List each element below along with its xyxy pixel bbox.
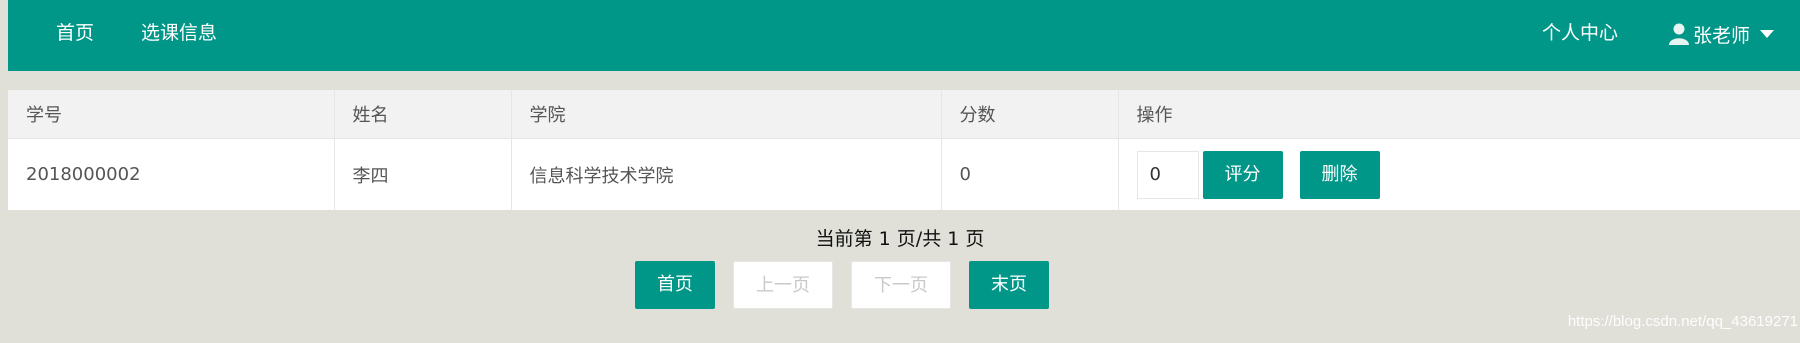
- top-navbar: 首页 选课信息 个人中心 张老师: [8, 0, 1800, 71]
- cell-college: 信息科学技术学院: [511, 138, 942, 211]
- header-name: 姓名: [334, 90, 512, 138]
- cell-name: 李四: [334, 138, 512, 211]
- score-table: 学号 姓名 学院 分数 操作 2018000002 李四 信息科学技术学院 0 …: [8, 90, 1800, 211]
- cell-score: 0: [941, 138, 1119, 211]
- score-input[interactable]: [1136, 150, 1199, 199]
- grade-button[interactable]: 评分: [1202, 150, 1283, 199]
- last-page-button[interactable]: 末页: [969, 261, 1049, 309]
- pagination-info: 当前第 1 页/共 1 页: [815, 228, 985, 250]
- pagination: 首页 上一页 下一页 末页: [635, 261, 1049, 309]
- cell-operation: 评分 删除: [1118, 138, 1800, 211]
- prev-page-button[interactable]: 上一页: [733, 261, 833, 309]
- header-student-id: 学号: [8, 90, 335, 138]
- next-page-button[interactable]: 下一页: [851, 261, 951, 309]
- nav-course-info[interactable]: 选课信息: [141, 0, 217, 68]
- delete-button[interactable]: 删除: [1299, 150, 1380, 199]
- user-name: 张老师: [1692, 24, 1750, 47]
- header-operation: 操作: [1136, 104, 1173, 126]
- first-page-button[interactable]: 首页: [635, 261, 715, 309]
- caret-down-icon: [1760, 30, 1774, 38]
- table-row: 2018000002 李四 信息科学技术学院 0 评分 删除: [8, 138, 1800, 211]
- header-college: 学院: [511, 90, 942, 138]
- table-header-row: 学号 姓名 学院 分数 操作: [8, 90, 1800, 138]
- watermark: https://blog.csdn.net/qq_43619271: [1567, 313, 1798, 330]
- user-icon: [1668, 23, 1689, 45]
- cell-student-id: 2018000002: [8, 138, 335, 211]
- nav-home[interactable]: 首页: [56, 0, 94, 68]
- nav-personal-center[interactable]: 个人中心: [1542, 0, 1618, 68]
- user-menu[interactable]: 张老师: [1668, 0, 1774, 68]
- header-score: 分数: [941, 90, 1119, 138]
